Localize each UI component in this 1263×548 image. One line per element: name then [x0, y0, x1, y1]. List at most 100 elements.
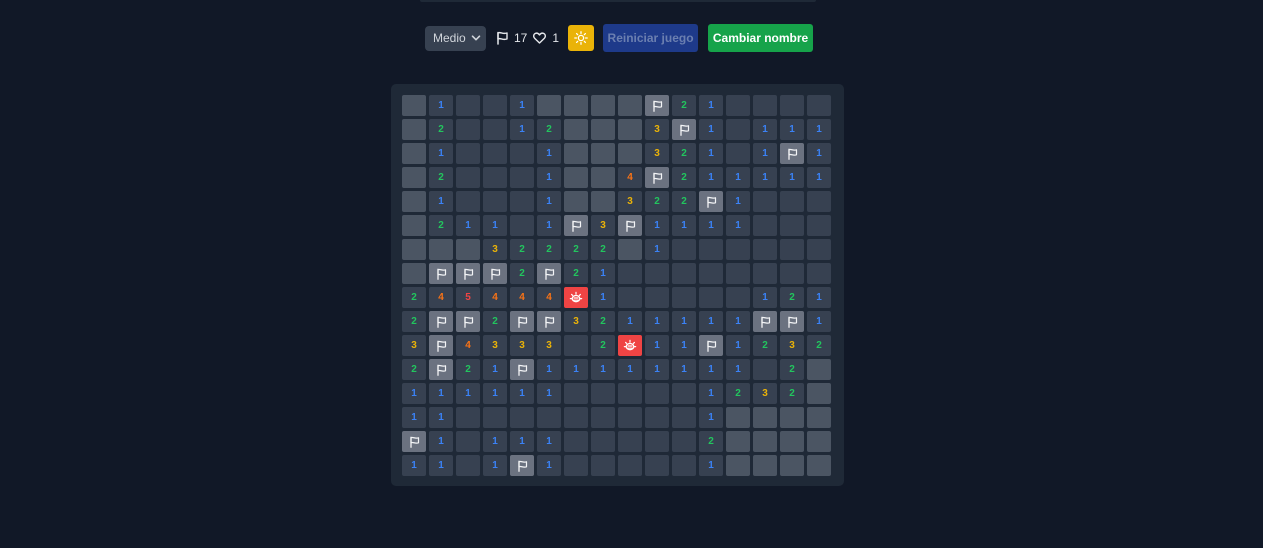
number-cell[interactable]: 1 [402, 455, 426, 476]
flagged-cell[interactable] [537, 311, 561, 332]
number-cell[interactable]: 1 [429, 455, 453, 476]
number-cell[interactable]: 1 [537, 191, 561, 212]
number-cell[interactable]: 1 [402, 407, 426, 428]
empty-cell[interactable] [645, 407, 669, 428]
empty-cell[interactable] [753, 215, 777, 236]
flagged-cell[interactable] [618, 215, 642, 236]
covered-cell[interactable] [402, 95, 426, 116]
number-cell[interactable]: 1 [780, 119, 804, 140]
number-cell[interactable]: 1 [483, 431, 507, 452]
empty-cell[interactable] [510, 191, 534, 212]
empty-cell[interactable] [456, 431, 480, 452]
empty-cell[interactable] [807, 263, 831, 284]
number-cell[interactable]: 1 [807, 287, 831, 308]
empty-cell[interactable] [807, 239, 831, 260]
change-name-button[interactable]: Cambiar nombre [708, 24, 814, 52]
number-cell[interactable]: 1 [699, 383, 723, 404]
number-cell[interactable]: 1 [753, 167, 777, 188]
number-cell[interactable]: 2 [429, 119, 453, 140]
empty-cell[interactable] [591, 383, 615, 404]
empty-cell[interactable] [456, 143, 480, 164]
covered-cell[interactable] [807, 383, 831, 404]
number-cell[interactable]: 2 [429, 167, 453, 188]
number-cell[interactable]: 1 [753, 143, 777, 164]
number-cell[interactable]: 2 [780, 383, 804, 404]
number-cell[interactable]: 2 [537, 239, 561, 260]
covered-cell[interactable] [591, 143, 615, 164]
empty-cell[interactable] [645, 263, 669, 284]
empty-cell[interactable] [645, 383, 669, 404]
empty-cell[interactable] [645, 455, 669, 476]
empty-cell[interactable] [564, 455, 588, 476]
number-cell[interactable]: 1 [699, 311, 723, 332]
flagged-cell[interactable] [402, 431, 426, 452]
number-cell[interactable]: 1 [672, 335, 696, 356]
empty-cell[interactable] [618, 263, 642, 284]
number-cell[interactable]: 1 [429, 383, 453, 404]
number-cell[interactable]: 2 [402, 359, 426, 380]
number-cell[interactable]: 1 [456, 383, 480, 404]
number-cell[interactable]: 1 [645, 335, 669, 356]
number-cell[interactable]: 1 [537, 455, 561, 476]
number-cell[interactable]: 4 [618, 167, 642, 188]
empty-cell[interactable] [780, 263, 804, 284]
empty-cell[interactable] [483, 167, 507, 188]
number-cell[interactable]: 1 [753, 119, 777, 140]
covered-cell[interactable] [807, 455, 831, 476]
number-cell[interactable]: 1 [699, 119, 723, 140]
number-cell[interactable]: 1 [726, 359, 750, 380]
empty-cell[interactable] [780, 95, 804, 116]
number-cell[interactable]: 3 [537, 335, 561, 356]
number-cell[interactable]: 1 [510, 383, 534, 404]
number-cell[interactable]: 3 [753, 383, 777, 404]
flagged-cell[interactable] [456, 263, 480, 284]
empty-cell[interactable] [591, 431, 615, 452]
number-cell[interactable]: 2 [780, 287, 804, 308]
number-cell[interactable]: 2 [591, 311, 615, 332]
number-cell[interactable]: 3 [645, 143, 669, 164]
flagged-cell[interactable] [645, 167, 669, 188]
number-cell[interactable]: 1 [780, 167, 804, 188]
empty-cell[interactable] [807, 95, 831, 116]
flagged-cell[interactable] [699, 335, 723, 356]
number-cell[interactable]: 1 [402, 383, 426, 404]
empty-cell[interactable] [726, 143, 750, 164]
number-cell[interactable]: 3 [402, 335, 426, 356]
empty-cell[interactable] [753, 263, 777, 284]
number-cell[interactable]: 1 [537, 167, 561, 188]
empty-cell[interactable] [483, 119, 507, 140]
number-cell[interactable]: 2 [456, 359, 480, 380]
empty-cell[interactable] [591, 455, 615, 476]
empty-cell[interactable] [456, 119, 480, 140]
number-cell[interactable]: 1 [699, 95, 723, 116]
number-cell[interactable]: 1 [699, 455, 723, 476]
flagged-cell[interactable] [780, 143, 804, 164]
number-cell[interactable]: 3 [564, 311, 588, 332]
empty-cell[interactable] [699, 287, 723, 308]
flagged-cell[interactable] [537, 263, 561, 284]
number-cell[interactable]: 1 [429, 143, 453, 164]
number-cell[interactable]: 2 [699, 431, 723, 452]
covered-cell[interactable] [780, 407, 804, 428]
covered-cell[interactable] [726, 455, 750, 476]
number-cell[interactable]: 1 [483, 215, 507, 236]
empty-cell[interactable] [726, 95, 750, 116]
covered-cell[interactable] [564, 119, 588, 140]
number-cell[interactable]: 3 [483, 335, 507, 356]
covered-cell[interactable] [564, 167, 588, 188]
empty-cell[interactable] [753, 191, 777, 212]
number-cell[interactable]: 4 [429, 287, 453, 308]
flagged-cell[interactable] [780, 311, 804, 332]
number-cell[interactable]: 2 [726, 383, 750, 404]
number-cell[interactable]: 1 [726, 191, 750, 212]
empty-cell[interactable] [672, 431, 696, 452]
empty-cell[interactable] [726, 263, 750, 284]
number-cell[interactable]: 2 [672, 143, 696, 164]
number-cell[interactable]: 1 [591, 359, 615, 380]
covered-cell[interactable] [618, 95, 642, 116]
number-cell[interactable]: 1 [510, 431, 534, 452]
empty-cell[interactable] [780, 215, 804, 236]
number-cell[interactable]: 1 [672, 215, 696, 236]
flagged-cell[interactable] [510, 455, 534, 476]
empty-cell[interactable] [618, 455, 642, 476]
